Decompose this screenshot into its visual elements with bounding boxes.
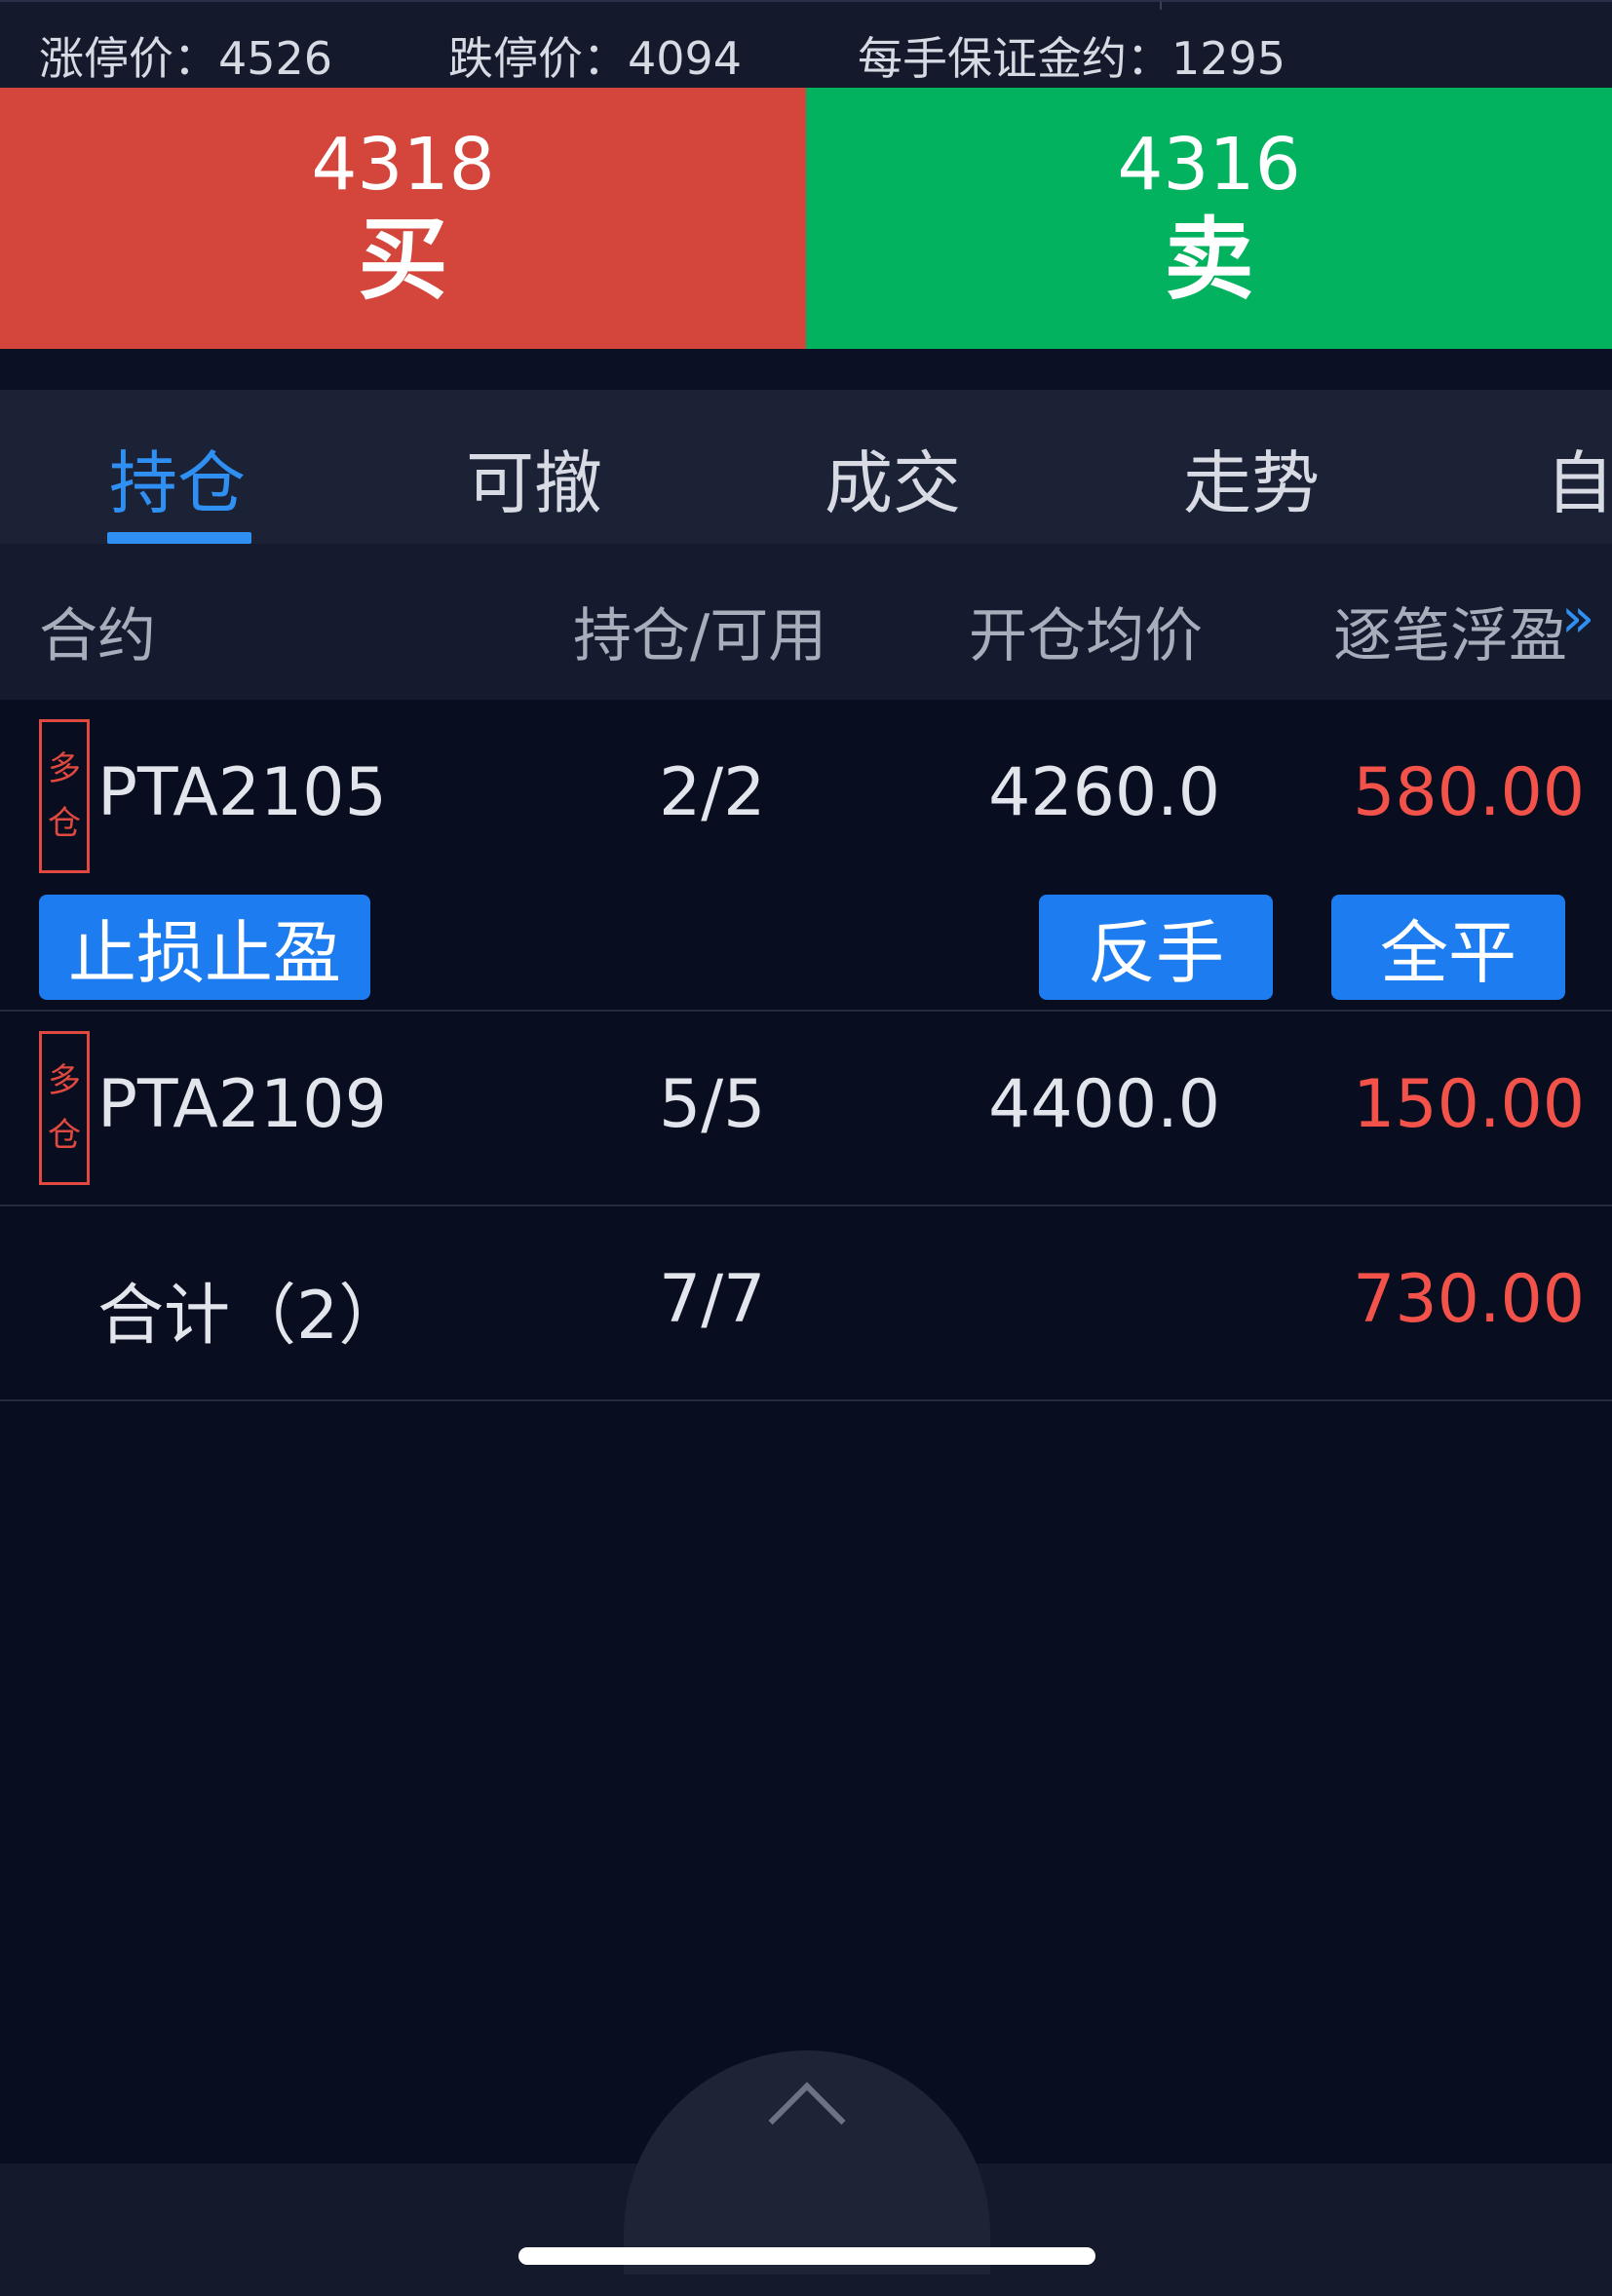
- reverse-button[interactable]: 反手: [1039, 895, 1273, 1000]
- position-available: 5/5: [659, 1066, 766, 1143]
- buy-label: 买: [358, 208, 448, 312]
- tab-trades[interactable]: 成交: [825, 429, 961, 527]
- position-available: 2/2: [659, 754, 766, 831]
- total-profit: 730.00: [1353, 1261, 1585, 1338]
- limit-down-price: 跌停价：4094: [448, 32, 743, 85]
- price-info-bar: 涨停价：4526 跌停价：4094 每手保证金约：1295: [0, 0, 1612, 88]
- total-label: 合计（2）: [97, 1278, 405, 1355]
- close-all-button[interactable]: 全平: [1331, 895, 1565, 1000]
- table-header: 合约 持仓/可用 开仓均价 逐笔浮盈 »: [0, 544, 1612, 700]
- header-profit: 逐笔浮盈: [1333, 602, 1567, 670]
- limit-up-price: 涨停价：4526: [39, 32, 333, 85]
- long-position-tag: 多 仓: [39, 719, 90, 873]
- trade-buttons: 4318 买 4316 卖: [0, 88, 1612, 349]
- header-contract: 合约: [39, 602, 156, 670]
- chevron-up-icon: [768, 2082, 846, 2160]
- expand-panel-handle[interactable]: [624, 2050, 990, 2275]
- sell-price: 4316: [1117, 123, 1301, 207]
- margin-per-lot: 每手保证金约：1295: [858, 32, 1286, 85]
- section-gap: [0, 349, 1612, 390]
- floating-profit: 580.00: [1353, 754, 1585, 831]
- total-position: 7/7: [659, 1261, 766, 1338]
- buy-button[interactable]: 4318 买: [0, 88, 806, 349]
- header-position: 持仓/可用: [573, 602, 827, 670]
- home-indicator[interactable]: [518, 2247, 1095, 2265]
- floating-profit: 150.00: [1353, 1066, 1585, 1143]
- total-row: 合计（2） 7/7 730.00: [0, 1206, 1612, 1401]
- contract-code: PTA2109: [97, 1066, 387, 1143]
- stop-loss-take-profit-button[interactable]: 止损止盈: [39, 895, 370, 1000]
- table-row[interactable]: 多 仓 PTA2109 5/5 4400.0 150.00: [0, 1012, 1612, 1206]
- active-tab-indicator: [107, 532, 251, 544]
- tab-custom[interactable]: 自: [1546, 429, 1612, 527]
- sell-button[interactable]: 4316 卖: [806, 88, 1612, 349]
- sell-label: 卖: [1164, 208, 1254, 312]
- avg-open-price: 4400.0: [988, 1066, 1220, 1143]
- table-row[interactable]: 多 仓 PTA2105 2/2 4260.0 580.00 止损止盈 反手 全平: [0, 700, 1612, 1012]
- buy-price: 4318: [311, 123, 495, 207]
- long-position-tag: 多 仓: [39, 1031, 90, 1185]
- header-avg-price: 开仓均价: [969, 602, 1203, 670]
- trading-page: 涨停价：4526 跌停价：4094 每手保证金约：1295 4318 买 431…: [0, 0, 1612, 2296]
- tab-positions[interactable]: 持仓: [109, 429, 246, 527]
- top-divider: [1160, 2, 1162, 10]
- double-chevron-right-icon[interactable]: »: [1561, 587, 1594, 650]
- tab-bar: 持仓 可撤 成交 走势 自: [0, 390, 1612, 544]
- contract-code: PTA2105: [97, 754, 387, 831]
- avg-open-price: 4260.0: [988, 754, 1220, 831]
- tab-trend[interactable]: 走势: [1183, 429, 1320, 527]
- tab-cancelable[interactable]: 可撤: [466, 429, 602, 527]
